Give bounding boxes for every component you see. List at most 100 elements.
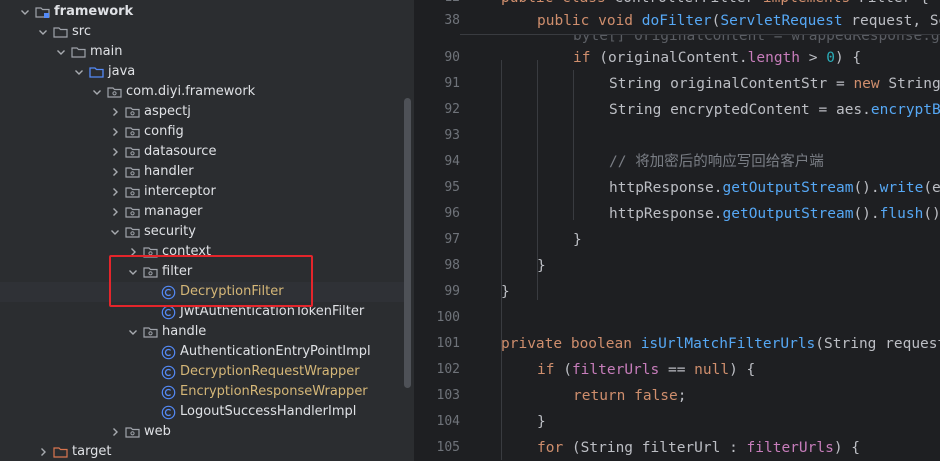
tree-item-target[interactable]: target: [0, 442, 404, 461]
code-token: (: [590, 50, 608, 66]
code-token: getOutputStream: [722, 206, 854, 222]
package-icon: [125, 185, 140, 199]
code-line[interactable]: String originalContentStr = new String(o…: [609, 74, 940, 94]
code-token: ==: [659, 362, 695, 378]
tree-item-web[interactable]: web: [0, 422, 404, 442]
chevron-down-icon[interactable]: [90, 85, 104, 99]
tree-item-label: aspectj: [144, 104, 191, 119]
code-token: filterUrls: [746, 440, 834, 456]
tree-item-label: main: [90, 44, 123, 59]
code-token: httpResponse.: [609, 206, 723, 222]
tree-item-datasource[interactable]: datasource: [0, 142, 404, 162]
code-line[interactable]: if (originalContent.length > 0) {: [573, 48, 861, 68]
code-line[interactable]: }: [537, 256, 546, 276]
class-icon: [161, 305, 176, 320]
code-token: (String requestUrl) {: [815, 336, 940, 352]
tree-item-aspectj[interactable]: aspectj: [0, 102, 404, 122]
code-token: getOutputStream: [722, 180, 854, 196]
chevron-down-icon[interactable]: [36, 25, 50, 39]
code-token: String encryptedContent = aes.: [609, 102, 871, 118]
tree-item-decryptionrequestwrapper[interactable]: DecryptionRequestWrapper: [0, 362, 404, 382]
tree-item-label: LogoutSuccessHandlerImpl: [180, 404, 357, 419]
code-editor[interactable]: if (originalContent.length > 0) { String …: [460, 0, 940, 461]
code-token: String(originalContent);: [888, 76, 940, 92]
tree-item-label: handler: [144, 164, 194, 179]
code-line[interactable]: return false;: [573, 386, 687, 406]
code-token: public class: [501, 0, 606, 6]
tree-item-label: com.diyi.framework: [126, 84, 256, 99]
line-number: 96: [444, 206, 460, 221]
package-icon: [125, 105, 140, 119]
chevron-down-icon[interactable]: [72, 65, 86, 79]
chevron-right-icon[interactable]: [108, 205, 122, 219]
tree-item-src[interactable]: src: [0, 22, 404, 42]
tree-item-label: interceptor: [144, 184, 216, 199]
tree-item-java[interactable]: java: [0, 62, 404, 82]
chevron-right-icon[interactable]: [108, 425, 122, 439]
chevron-down-icon[interactable]: [126, 325, 140, 339]
chevron-down-icon[interactable]: [108, 225, 122, 239]
chevron-right-icon[interactable]: [36, 445, 50, 459]
tree-item-config[interactable]: config: [0, 122, 404, 142]
chevron-right-icon[interactable]: [108, 145, 122, 159]
code-line[interactable]: }: [537, 412, 546, 432]
tree-item-handler[interactable]: handler: [0, 162, 404, 182]
line-number: 90: [444, 50, 460, 65]
line-number-gutter: 90 91 92 93 94 95 96 97 98 99 100 101 102 103 104 105 12…: [414, 0, 460, 461]
code-token: .: [738, 50, 748, 66]
tree-item-encryptionresponsewrapper[interactable]: EncryptionResponseWrapper: [0, 382, 404, 402]
code-line[interactable]: // 将加密后的响应写回给客户端: [609, 152, 824, 172]
tree-item-manager[interactable]: manager: [0, 202, 404, 222]
tree-item-label: handle: [162, 324, 207, 339]
tree-item-com-diyi-framework[interactable]: com.diyi.framework: [0, 82, 404, 102]
line-number: 97: [444, 232, 460, 247]
code-token: if: [573, 50, 591, 66]
code-line[interactable]: httpResponse.getOutputStream().write(enc…: [609, 178, 940, 198]
code-line[interactable]: }: [573, 230, 582, 250]
tree-item-security[interactable]: security: [0, 222, 404, 242]
sticky-scroll-header[interactable]: public class ControllerFilter implements…: [460, 0, 940, 35]
code-line[interactable]: httpResponse.getOutputStream().flush();: [609, 204, 940, 224]
tree-item-label: EncryptionResponseWrapper: [180, 384, 368, 399]
sticky-line-class[interactable]: public class ControllerFilter implements…: [501, 0, 929, 8]
folder-icon: [71, 45, 86, 59]
package-icon: [125, 225, 140, 239]
tree-item-authenticationentrypointimpl[interactable]: AuthenticationEntryPointImpl: [0, 342, 404, 362]
tree-scrollbar-thumb[interactable]: [404, 98, 411, 388]
tree-item-framework[interactable]: framework: [0, 2, 404, 22]
tree-item-main[interactable]: main: [0, 42, 404, 62]
tree-item-logoutsuccesshandlerimpl[interactable]: LogoutSuccessHandlerImpl: [0, 402, 404, 422]
tree-item-handle[interactable]: handle: [0, 322, 404, 342]
chevron-down-icon[interactable]: [54, 45, 68, 59]
line-number: 93: [444, 128, 460, 143]
code-line[interactable]: private boolean isUrlMatchFilterUrls(Str…: [501, 334, 940, 354]
code-token: }: [537, 414, 546, 430]
module-folder-icon: [35, 5, 50, 19]
code-token: new: [853, 76, 880, 92]
code-token: null: [694, 362, 730, 378]
sticky-line-method[interactable]: public void doFilter(ServletRequest requ…: [537, 11, 940, 31]
code-token: ) {: [729, 362, 756, 378]
package-icon: [125, 125, 140, 139]
code-line[interactable]: }: [501, 282, 510, 302]
code-line[interactable]: String encryptedContent = aes.encryptBas…: [609, 100, 940, 120]
chevron-right-icon[interactable]: [108, 105, 122, 119]
tree-item-label: src: [72, 24, 91, 39]
chevron-right-icon[interactable]: [108, 185, 122, 199]
chevron-down-icon[interactable]: [18, 5, 32, 19]
indent-guide: [501, 60, 502, 460]
code-line[interactable]: if (filterUrls == null) {: [537, 360, 755, 380]
code-token: (encryptedContent.getBytes());: [923, 180, 940, 196]
tree-item-label: security: [144, 224, 196, 239]
chevron-right-icon[interactable]: [108, 125, 122, 139]
excluded-folder-icon: [53, 445, 68, 459]
tree-item-label: datasource: [144, 144, 217, 159]
tree-item-label: manager: [144, 204, 203, 219]
class-icon: [161, 385, 176, 400]
code-token: ().: [853, 206, 880, 222]
tree-item-interceptor[interactable]: interceptor: [0, 182, 404, 202]
code-token: (: [554, 362, 572, 378]
chevron-right-icon[interactable]: [108, 165, 122, 179]
code-line[interactable]: for (String filterUrl : filterUrls) {: [537, 438, 860, 458]
